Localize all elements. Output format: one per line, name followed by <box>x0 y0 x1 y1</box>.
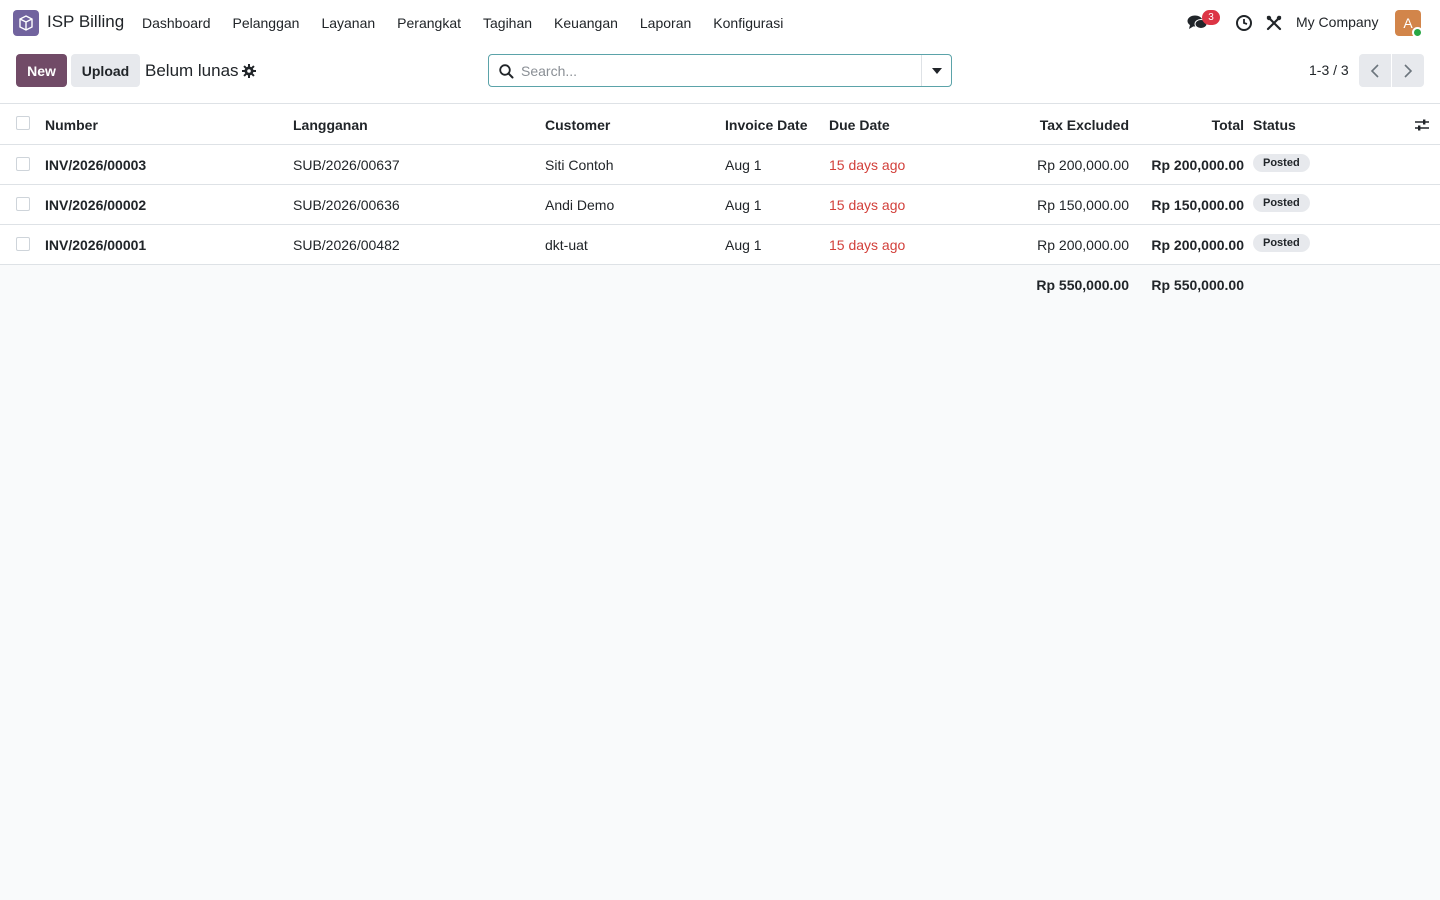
debug-tools-icon[interactable] <box>1264 13 1284 33</box>
menu-item-laporan[interactable]: Laporan <box>629 0 702 46</box>
select-all-checkbox[interactable] <box>16 116 30 130</box>
due-date[interactable]: 15 days ago <box>829 145 905 185</box>
menu-item-tagihan[interactable]: Tagihan <box>472 0 543 46</box>
optional-columns-icon[interactable] <box>1414 117 1430 133</box>
tax-excluded-amount[interactable]: Rp 150,000.00 <box>1037 185 1129 225</box>
menu-item-pelanggan[interactable]: Pelanggan <box>222 0 311 46</box>
column-header-customer[interactable]: Customer <box>545 104 610 145</box>
pager-previous-button[interactable] <box>1359 54 1391 87</box>
row-checkbox[interactable] <box>16 197 30 211</box>
search-bar <box>488 54 952 87</box>
status-cell[interactable]: Posted <box>1253 225 1310 265</box>
table-row[interactable]: INV/2026/00003 SUB/2026/00637 Siti Conto… <box>0 145 1440 185</box>
table-header-row: Number Langganan Customer Invoice Date D… <box>0 104 1440 145</box>
invoice-number[interactable]: INV/2026/00001 <box>45 225 146 265</box>
tax-excluded-amount[interactable]: Rp 200,000.00 <box>1037 225 1129 265</box>
menu-item-konfigurasi[interactable]: Konfigurasi <box>702 0 794 46</box>
customer-name[interactable]: Andi Demo <box>545 185 614 225</box>
main-menu: Dashboard Pelanggan Layanan Perangkat Ta… <box>131 0 794 46</box>
online-status-dot <box>1412 27 1423 38</box>
new-button[interactable]: New <box>16 54 67 87</box>
message-count-badge: 3 <box>1202 10 1220 25</box>
table-footer-totals: Rp 550,000.00 Rp 550,000.00 <box>0 265 1440 305</box>
menu-item-layanan[interactable]: Layanan <box>310 0 386 46</box>
total-amount[interactable]: Rp 150,000.00 <box>1151 185 1244 225</box>
invoice-number[interactable]: INV/2026/00003 <box>45 145 146 185</box>
activity-clock-icon[interactable] <box>1234 13 1254 33</box>
status-cell[interactable]: Posted <box>1253 185 1310 225</box>
control-panel: New Upload Belum lunas Search... 1-3 / 3 <box>0 46 1440 104</box>
chevron-left-icon <box>1370 63 1379 78</box>
invoice-date[interactable]: Aug 1 <box>725 145 762 185</box>
status-badge: Posted <box>1253 194 1310 212</box>
column-header-status[interactable]: Status <box>1253 104 1296 145</box>
table-row[interactable]: INV/2026/00001 SUB/2026/00482 dkt-uat Au… <box>0 225 1440 265</box>
column-header-total[interactable]: Total <box>1212 104 1244 145</box>
app-name[interactable]: ISP Billing <box>47 12 124 32</box>
column-header-number[interactable]: Number <box>45 104 98 145</box>
column-header-subscription[interactable]: Langganan <box>293 104 368 145</box>
total-amount[interactable]: Rp 200,000.00 <box>1151 225 1244 265</box>
sum-tax-excluded: Rp 550,000.00 <box>1036 277 1129 293</box>
search-options-toggle[interactable] <box>921 55 951 86</box>
customer-name[interactable]: dkt-uat <box>545 225 588 265</box>
pager-value[interactable]: 1-3 / 3 <box>1309 62 1349 78</box>
subscription-ref[interactable]: SUB/2026/00482 <box>293 225 400 265</box>
gear-icon[interactable] <box>242 64 256 78</box>
pager-next-button[interactable] <box>1392 54 1424 87</box>
column-header-tax-excluded[interactable]: Tax Excluded <box>1040 104 1129 145</box>
upload-button[interactable]: Upload <box>71 54 140 87</box>
menu-item-dashboard[interactable]: Dashboard <box>131 0 222 46</box>
invoice-number[interactable]: INV/2026/00002 <box>45 185 146 225</box>
column-header-invoice-date[interactable]: Invoice Date <box>725 104 807 145</box>
invoice-list-table: Number Langganan Customer Invoice Date D… <box>0 104 1440 305</box>
customer-name[interactable]: Siti Contoh <box>545 145 613 185</box>
table-row[interactable]: INV/2026/00002 SUB/2026/00636 Andi Demo … <box>0 185 1440 225</box>
search-icon <box>499 64 514 79</box>
menu-item-keuangan[interactable]: Keuangan <box>543 0 629 46</box>
tax-excluded-amount[interactable]: Rp 200,000.00 <box>1037 145 1129 185</box>
total-amount[interactable]: Rp 200,000.00 <box>1151 145 1244 185</box>
subscription-ref[interactable]: SUB/2026/00637 <box>293 145 400 185</box>
company-switcher[interactable]: My Company <box>1296 14 1378 30</box>
chevron-right-icon <box>1404 63 1413 78</box>
search-input[interactable] <box>521 55 921 86</box>
due-date[interactable]: 15 days ago <box>829 185 905 225</box>
invoice-date[interactable]: Aug 1 <box>725 185 762 225</box>
due-date[interactable]: 15 days ago <box>829 225 905 265</box>
column-header-due-date[interactable]: Due Date <box>829 104 890 145</box>
status-badge: Posted <box>1253 154 1310 172</box>
row-checkbox[interactable] <box>16 237 30 251</box>
top-navbar: ISP Billing Dashboard Pelanggan Layanan … <box>0 0 1440 46</box>
caret-down-icon <box>931 67 942 74</box>
page-title: Belum lunas <box>145 61 239 80</box>
status-cell[interactable]: Posted <box>1253 145 1310 185</box>
status-badge: Posted <box>1253 234 1310 252</box>
sum-total: Rp 550,000.00 <box>1151 277 1244 293</box>
row-checkbox[interactable] <box>16 157 30 171</box>
invoice-date[interactable]: Aug 1 <box>725 225 762 265</box>
subscription-ref[interactable]: SUB/2026/00636 <box>293 185 400 225</box>
menu-item-perangkat[interactable]: Perangkat <box>386 0 472 46</box>
app-menu-icon[interactable] <box>13 10 39 36</box>
